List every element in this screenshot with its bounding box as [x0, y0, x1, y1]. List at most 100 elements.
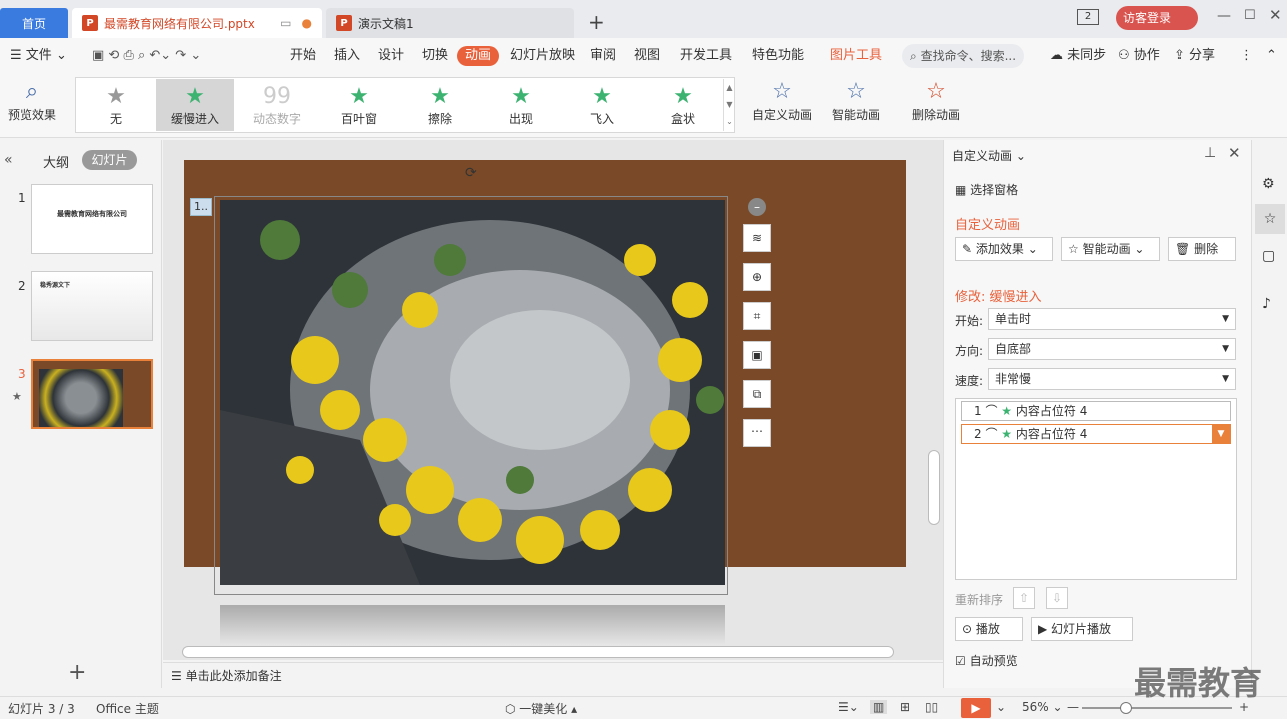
share-button[interactable]: ⇪ 分享: [1174, 46, 1215, 66]
file-menu[interactable]: ☰ 文件 ⌄: [10, 46, 67, 66]
unsync-button[interactable]: ☁ 未同步: [1050, 46, 1106, 66]
play-button[interactable]: ⊙ 播放: [955, 617, 1023, 641]
collab-button[interactable]: ⚇ 协作: [1118, 46, 1160, 66]
number-icon: 99: [263, 83, 291, 109]
zoom-slider[interactable]: [1082, 707, 1232, 709]
pane-header[interactable]: 自定义动画 ⌄: [952, 147, 1026, 164]
move-down-icon[interactable]: ⇩: [1046, 587, 1068, 609]
close-window-icon[interactable]: ✕: [1269, 6, 1282, 24]
comment-icon[interactable]: ▢: [1262, 248, 1275, 264]
notes-toggle-icon[interactable]: ☰⌄: [838, 700, 859, 714]
add-effect-button[interactable]: ✎ 添加效果 ⌄: [955, 237, 1053, 261]
tab-outline[interactable]: 大纲: [43, 152, 69, 171]
notes-area[interactable]: ☰ 单击此处添加备注: [171, 667, 282, 684]
sorter-view-icon[interactable]: ⊞: [900, 700, 910, 714]
image-frame-icon[interactable]: ▣: [743, 341, 771, 369]
quick-access-icons[interactable]: ▣ ⟲ ⎙ ⌕ ↶⌄ ↷ ⌄: [92, 46, 201, 66]
rotate-handle-icon[interactable]: ⟳: [465, 165, 477, 181]
tab-doc2[interactable]: P 演示文稿1: [326, 8, 574, 38]
autopreview-checkbox[interactable]: ☑ 自动预览: [955, 652, 1018, 669]
effect-blinds[interactable]: ★ 百叶窗: [320, 79, 398, 131]
slideshow-button[interactable]: ▶ 幻灯片播放: [1031, 617, 1133, 641]
minus-icon[interactable]: –: [748, 198, 766, 216]
crop-icon[interactable]: ⌗: [743, 302, 771, 330]
new-tab-button[interactable]: +: [588, 10, 605, 34]
animation-order-badge[interactable]: 1..: [190, 198, 212, 216]
custom-animation-button[interactable]: ☆ 自定义动画: [752, 78, 812, 123]
delete-animation-button[interactable]: ☆ 删除动画: [912, 78, 960, 123]
normal-view-icon[interactable]: ▥: [870, 700, 888, 714]
animation-star-icon[interactable]: ☆: [1255, 204, 1285, 234]
beautify-button[interactable]: ⬡ 一键美化 ▴: [505, 700, 577, 717]
preview-effect-button[interactable]: ⌕ 预览效果: [8, 78, 56, 123]
monitor-icon[interactable]: ▭: [280, 16, 291, 30]
zoom-icon[interactable]: ⊕: [743, 263, 771, 291]
delete-button[interactable]: 🗑 删除: [1168, 237, 1236, 261]
tab-slides[interactable]: 幻灯片: [82, 150, 137, 170]
pin-icon[interactable]: ⊥: [1204, 145, 1216, 161]
animation-list-item[interactable]: 1 ⌒ ★ 内容占位符 4: [961, 401, 1231, 421]
tab-file-pptx[interactable]: P 最需教育网络有限公司.pptx ▭ ●: [72, 8, 322, 38]
start-select[interactable]: 单击时 ▼: [988, 308, 1236, 330]
menu-features[interactable]: 特色功能: [752, 46, 804, 66]
effect-wipe[interactable]: ★ 擦除: [401, 79, 479, 131]
menu-devtools[interactable]: 开发工具: [680, 46, 732, 66]
smart-anim-button[interactable]: ☆ 智能动画 ⌄: [1061, 237, 1160, 261]
menu-transition[interactable]: 切换: [422, 46, 448, 66]
window-count-icon[interactable]: 2: [1077, 9, 1099, 25]
star-icon: ★: [185, 83, 205, 109]
menu-slideshow[interactable]: 幻灯片放映: [510, 46, 575, 66]
command-search[interactable]: ⌕ 查找命令、搜索...: [902, 44, 1024, 68]
collapse-pane-icon[interactable]: «: [4, 152, 13, 168]
reading-view-icon[interactable]: ▯▯: [925, 700, 938, 714]
effect-dynamic-number[interactable]: 99 动态数字: [238, 79, 316, 131]
menu-review[interactable]: 审阅: [590, 46, 616, 66]
zoom-level[interactable]: 56% ⌄: [1022, 700, 1063, 714]
theme-name[interactable]: Office 主题: [96, 700, 159, 717]
replace-image-icon[interactable]: ⧉: [743, 380, 771, 408]
menu-picture-tools[interactable]: 图片工具: [830, 46, 882, 66]
effect-none[interactable]: ★ 无: [77, 79, 155, 131]
menu-animation[interactable]: 动画: [457, 46, 500, 66]
close-pane-icon[interactable]: ✕: [1228, 144, 1241, 162]
move-up-icon[interactable]: ⇧: [1013, 587, 1035, 609]
effect-label: 出现: [508, 111, 533, 126]
zoom-slider-thumb[interactable]: [1120, 702, 1132, 714]
menu-start[interactable]: 开始: [290, 46, 316, 66]
item-dropdown-icon[interactable]: ▼: [1212, 425, 1230, 443]
vertical-scrollbar[interactable]: [928, 450, 940, 525]
select-pane-link[interactable]: ▦ 选择窗格: [955, 181, 1018, 198]
effect-slow-in[interactable]: ★ 缓慢进入: [156, 79, 234, 131]
slide-thumb-3[interactable]: [31, 359, 153, 429]
pane-header-label: 自定义动画: [952, 149, 1013, 163]
settings-sliders-icon[interactable]: ⚙: [1262, 176, 1275, 192]
guest-login-button[interactable]: 访客登录: [1116, 6, 1198, 30]
speed-select[interactable]: 非常慢 ▼: [988, 368, 1236, 390]
effect-appear[interactable]: ★ 出现: [482, 79, 560, 131]
menu-insert[interactable]: 插入: [334, 46, 360, 66]
layers-icon[interactable]: ≋: [743, 224, 771, 252]
gallery-scroll[interactable]: ▲ ▼ ⌄: [723, 79, 735, 131]
slide-thumb-2[interactable]: 稳秀源文下: [31, 271, 153, 341]
effect-box[interactable]: ★ 盒状: [644, 79, 722, 131]
smart-animation-button[interactable]: ☆ 智能动画: [832, 78, 880, 123]
effect-fly-in[interactable]: ★ 飞入: [563, 79, 641, 131]
menu-design[interactable]: 设计: [378, 46, 404, 66]
horizontal-scrollbar[interactable]: [182, 646, 894, 658]
collapse-ribbon-icon[interactable]: ⌃: [1266, 46, 1277, 66]
add-slide-button[interactable]: +: [68, 660, 86, 685]
zoom-out-icon[interactable]: —: [1067, 700, 1079, 714]
more-menu-icon[interactable]: ⋮: [1240, 46, 1253, 66]
menu-view[interactable]: 视图: [634, 46, 660, 66]
play-options-icon[interactable]: ⌄: [996, 700, 1006, 714]
slide-thumb-1[interactable]: 最需教育网络有限公司: [31, 184, 153, 254]
direction-select[interactable]: 自底部 ▼: [988, 338, 1236, 360]
more-icon[interactable]: ⋯: [743, 419, 771, 447]
selection-frame[interactable]: [214, 196, 728, 595]
tab-home[interactable]: 首页: [0, 8, 68, 38]
sound-icon[interactable]: ♪: [1262, 296, 1271, 312]
minimize-icon[interactable]: —: [1217, 8, 1231, 24]
play-slideshow-button[interactable]: ▶: [961, 698, 991, 718]
animation-list-item[interactable]: 2 ⌒ ★ 内容占位符 4 ▼: [961, 424, 1231, 444]
maximize-icon[interactable]: ☐: [1244, 8, 1256, 23]
